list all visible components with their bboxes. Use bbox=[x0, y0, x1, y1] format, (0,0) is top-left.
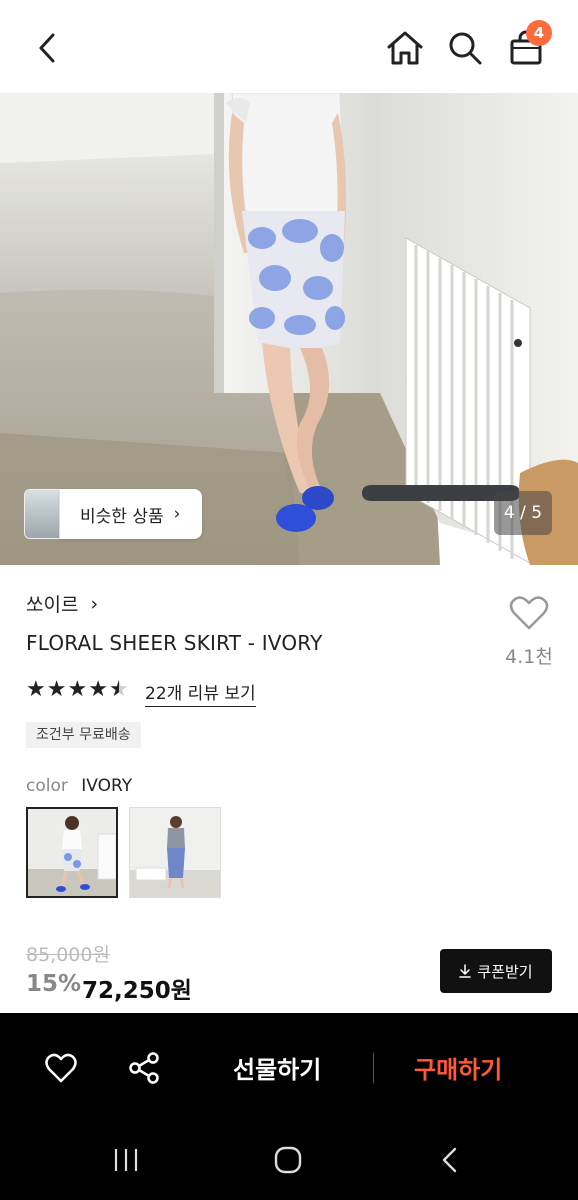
rating-stars: ★ ★ ★ ★ ★ bbox=[26, 678, 129, 702]
coupon-download-button[interactable]: 쿠폰받기 bbox=[440, 949, 552, 993]
back-arrow-icon[interactable] bbox=[32, 30, 64, 66]
shipping-badge: 조건부 무료배송 bbox=[26, 722, 141, 748]
share-icon[interactable] bbox=[127, 1051, 161, 1085]
coupon-button-label: 쿠폰받기 bbox=[477, 962, 533, 981]
cart-count-badge: 4 bbox=[526, 20, 552, 46]
original-price: 85,000원 bbox=[26, 944, 110, 966]
similar-products-chip[interactable]: 비슷한 상품 › bbox=[24, 489, 203, 539]
chevron-right-icon: › bbox=[90, 592, 99, 615]
star-icon: ★ bbox=[46, 677, 67, 702]
wishlist-heart-icon[interactable] bbox=[44, 1052, 78, 1084]
top-app-bar: 4 bbox=[0, 0, 578, 93]
search-icon[interactable] bbox=[446, 29, 484, 67]
color-option-ivory[interactable] bbox=[26, 807, 118, 898]
similar-product-thumbnail bbox=[24, 489, 60, 539]
brand-link[interactable]: 쏘이르 › bbox=[26, 590, 98, 617]
color-option-blue[interactable] bbox=[129, 807, 221, 898]
color-label-key: color bbox=[26, 776, 68, 796]
recent-apps-icon[interactable] bbox=[112, 1146, 140, 1174]
star-icon: ★ bbox=[26, 677, 46, 702]
product-title: FLORAL SHEER SKIRT - IVORY bbox=[26, 631, 323, 655]
system-home-icon[interactable] bbox=[273, 1145, 303, 1175]
discount-rate: 15% bbox=[26, 971, 82, 997]
color-label-value: IVORY bbox=[81, 776, 133, 796]
action-divider bbox=[373, 1053, 374, 1083]
star-icon: ★ bbox=[67, 677, 88, 702]
like-count: 4.1천 bbox=[505, 646, 553, 668]
gift-button[interactable]: 선물하기 bbox=[233, 1050, 321, 1085]
chevron-right-icon: › bbox=[173, 504, 181, 524]
download-icon bbox=[459, 964, 472, 978]
image-page-indicator: 4 / 5 bbox=[494, 491, 552, 535]
system-back-icon[interactable] bbox=[440, 1146, 460, 1174]
similar-products-label: 비슷한 상품 bbox=[80, 506, 164, 527]
product-image-carousel[interactable]: 비슷한 상품 › 4 / 5 bbox=[0, 93, 578, 565]
heart-icon[interactable] bbox=[508, 594, 550, 632]
home-icon[interactable] bbox=[384, 28, 426, 68]
color-selector-label: color IVORY bbox=[26, 776, 132, 796]
color-thumbnail-image bbox=[130, 808, 220, 897]
similar-products-button[interactable]: 비슷한 상품 › bbox=[60, 489, 203, 539]
color-thumbnail-image bbox=[28, 809, 116, 896]
half-star-icon: ★ bbox=[108, 677, 129, 702]
review-link[interactable]: 22개 리뷰 보기 bbox=[145, 679, 256, 707]
buy-button[interactable]: 구매하기 bbox=[414, 1050, 502, 1085]
sale-price: 72,250원 bbox=[82, 978, 192, 1004]
star-icon: ★ bbox=[88, 677, 108, 702]
brand-name: 쏘이르 bbox=[26, 594, 79, 616]
